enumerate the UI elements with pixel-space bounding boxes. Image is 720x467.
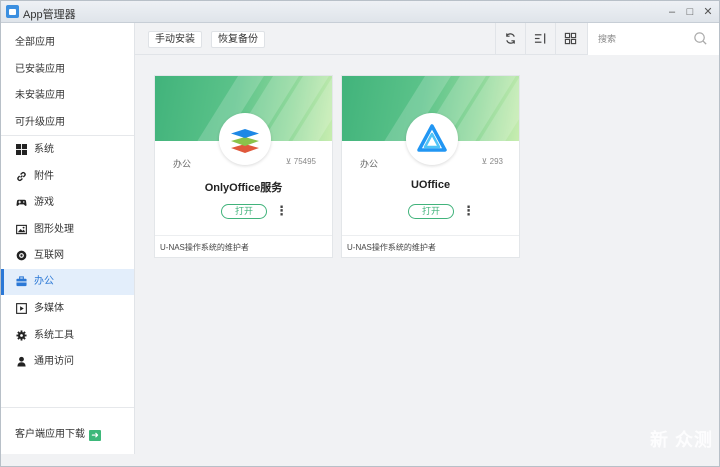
app-manager-icon: [6, 5, 19, 18]
windows-icon: [16, 144, 27, 155]
sidebar-item-label: 系统: [34, 144, 54, 155]
sidebar-divider: [1, 135, 134, 136]
download-icon: ⊻: [481, 157, 488, 166]
sort-button[interactable]: [525, 23, 555, 55]
sidebar-divider: [1, 407, 134, 408]
download-icon: ⊻: [285, 157, 292, 166]
sidebar-item-accessories[interactable]: 附件: [1, 164, 134, 190]
onlyoffice-logo-icon: [219, 113, 271, 165]
refresh-button[interactable]: [495, 23, 525, 55]
more-options-icon[interactable]: ⋮: [462, 204, 475, 219]
app-manager-window: App管理器 – □ ✕ 全部应用 已安装应用 未安装应用 可升级应用 系统 附…: [0, 0, 720, 467]
sidebar-item-games[interactable]: 游戏: [1, 190, 134, 216]
app-maintainer: U-NAS操作系统的维护者: [347, 243, 436, 252]
sidebar-item-label: 游戏: [34, 197, 54, 208]
window-title: App管理器: [23, 9, 76, 21]
title-bar[interactable]: App管理器 – □ ✕: [1, 1, 719, 23]
minimize-button[interactable]: –: [664, 4, 680, 20]
restore-backup-button[interactable]: 恢复备份: [211, 31, 265, 48]
card-divider: [155, 235, 332, 236]
download-count: ⊻ 293: [481, 157, 503, 166]
sidebar-item-all-apps[interactable]: 全部应用: [1, 30, 134, 56]
play-icon: [16, 303, 27, 314]
sidebar-item-graphics[interactable]: 图形处理: [1, 217, 134, 243]
briefcase-icon: [16, 276, 27, 287]
sidebar-item-label: 图形处理: [34, 224, 74, 235]
client-download-link[interactable]: 客户端应用下载 ➜: [15, 425, 101, 441]
grid-view-button[interactable]: [555, 23, 585, 55]
sidebar-item-office[interactable]: 办公: [1, 269, 134, 295]
download-count: ⊻ 75495: [285, 157, 316, 166]
card-divider: [342, 235, 519, 236]
maximize-button[interactable]: □: [682, 4, 698, 20]
client-download-label: 客户端应用下载: [15, 429, 85, 440]
app-name: UOffice: [410, 179, 451, 191]
open-button[interactable]: 打开: [408, 204, 454, 219]
more-options-icon[interactable]: ⋮: [275, 204, 288, 219]
sidebar-item-universal-access[interactable]: 通用访问: [1, 349, 134, 375]
search-icon[interactable]: [693, 31, 708, 46]
sidebar-item-label: 系统工具: [34, 330, 74, 341]
app-name: OnlyOffice服务: [204, 182, 283, 194]
sidebar-item-label: 办公: [34, 276, 54, 287]
sidebar-item-installed[interactable]: 已安装应用: [1, 57, 134, 83]
app-card-onlyoffice[interactable]: 办公 ⊻ 75495 OnlyOffice服务 打开 ⋮ U-NAS操作系统的维…: [154, 75, 333, 258]
app-card-uoffice[interactable]: 办公 ⊻ 293 UOffice 打开 ⋮ U-NAS操作系统的维护者: [341, 75, 520, 258]
sort-icon: [534, 33, 546, 44]
sidebar-item-not-installed[interactable]: 未安装应用: [1, 83, 134, 109]
link-icon: [16, 171, 27, 182]
watermark: 新 众测: [649, 430, 713, 450]
uoffice-logo-icon: [406, 113, 458, 165]
search-box: [587, 23, 719, 55]
gear-icon: [16, 330, 27, 341]
globe-icon: [16, 250, 27, 261]
grid-icon: [564, 32, 577, 45]
app-maintainer: U-NAS操作系统的维护者: [160, 243, 249, 252]
toolbar: 手动安装 恢复备份: [135, 23, 719, 55]
sidebar-item-multimedia[interactable]: 多媒体: [1, 296, 134, 322]
app-category: 办公: [173, 159, 192, 169]
search-input[interactable]: [598, 32, 688, 46]
sidebar-item-system-tools[interactable]: 系统工具: [1, 323, 134, 349]
manual-install-button[interactable]: 手动安装: [148, 31, 202, 48]
sidebar-item-label: 通用访问: [34, 356, 74, 367]
sidebar: 全部应用 已安装应用 未安装应用 可升级应用 系统 附件 游戏 图形处理 互联网…: [1, 23, 135, 454]
sidebar-item-label: 互联网: [34, 250, 64, 261]
sidebar-item-system[interactable]: 系统: [1, 137, 134, 163]
user-icon: [16, 356, 27, 367]
sidebar-item-upgradable[interactable]: 可升级应用: [1, 110, 134, 136]
app-category: 办公: [360, 159, 379, 169]
arrow-right-icon: ➜: [89, 430, 101, 441]
gamepad-icon: [16, 197, 27, 208]
open-button[interactable]: 打开: [221, 204, 267, 219]
close-button[interactable]: ✕: [700, 4, 716, 20]
sidebar-item-internet[interactable]: 互联网: [1, 243, 134, 269]
sidebar-item-label: 附件: [34, 171, 54, 182]
sidebar-item-label: 多媒体: [34, 303, 64, 314]
refresh-icon: [506, 33, 515, 44]
image-icon: [16, 224, 27, 235]
